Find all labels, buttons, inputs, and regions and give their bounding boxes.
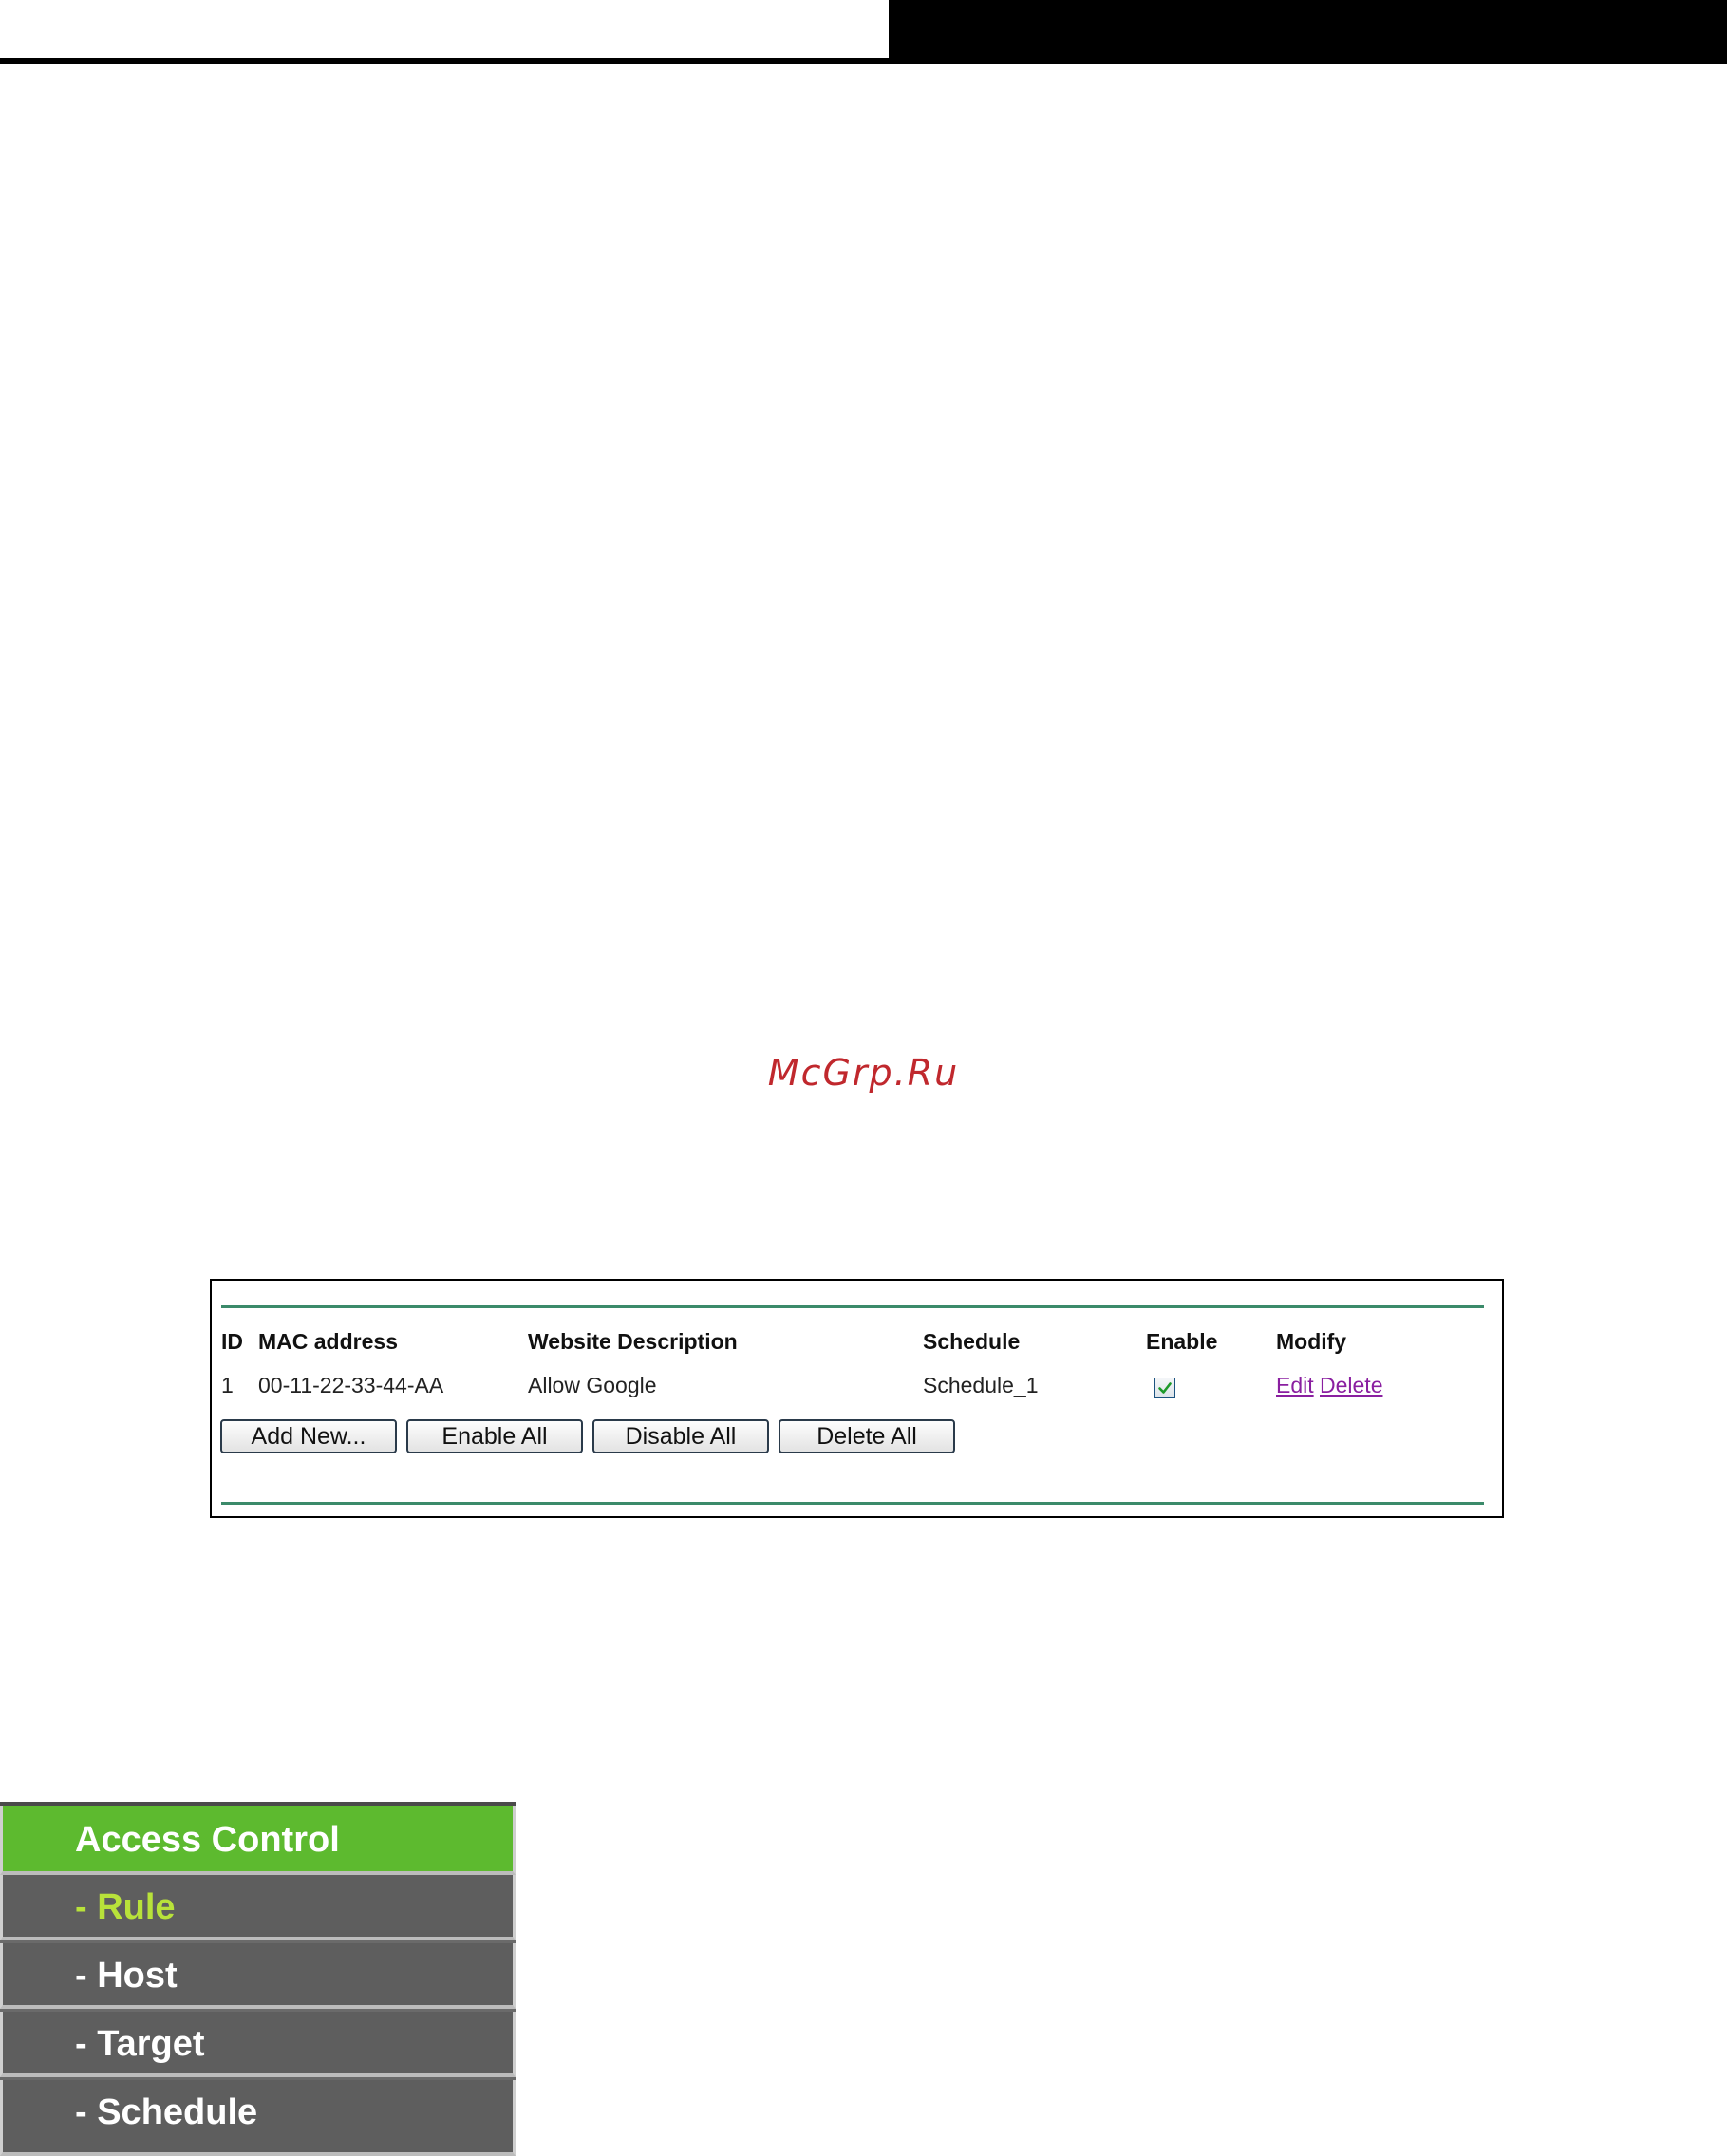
menu-header-access-control[interactable]: Access Control	[0, 1806, 516, 1875]
menu-item-target[interactable]: - Target	[0, 2012, 516, 2077]
watermark-text: McGrp.Ru	[767, 1052, 960, 1094]
cell-schedule: Schedule_1	[923, 1373, 1039, 1397]
panel-bottom-divider	[221, 1502, 1484, 1505]
column-header-schedule: Schedule	[923, 1329, 1021, 1354]
check-icon	[1158, 1382, 1172, 1394]
delete-all-button[interactable]: Delete All	[779, 1419, 955, 1453]
edit-link[interactable]: Edit	[1276, 1373, 1314, 1398]
menu-item-host[interactable]: - Host	[0, 1943, 516, 2009]
add-new-button[interactable]: Add New...	[220, 1419, 397, 1453]
cell-description: Allow Google	[528, 1373, 657, 1397]
manual-page: McGrp.Ru ID MAC address Website Descript…	[0, 0, 1727, 2156]
column-header-mac: MAC address	[258, 1329, 398, 1354]
header-bar	[889, 0, 1727, 64]
column-header-id: ID	[221, 1329, 243, 1354]
cell-id: 1	[221, 1373, 234, 1397]
access-control-rule-panel: ID MAC address Website Description Sched…	[210, 1279, 1504, 1518]
column-header-enable: Enable	[1146, 1329, 1218, 1354]
enable-checkbox[interactable]	[1154, 1378, 1175, 1398]
access-control-menu: Access Control - Rule - Host - Target - …	[0, 1802, 516, 2156]
cell-mac-address: 00-11-22-33-44-AA	[258, 1373, 444, 1397]
panel-top-divider	[221, 1305, 1484, 1308]
menu-item-rule[interactable]: - Rule	[0, 1875, 516, 1940]
column-header-description: Website Description	[528, 1329, 738, 1354]
enable-all-button[interactable]: Enable All	[406, 1419, 583, 1453]
column-header-modify: Modify	[1276, 1329, 1347, 1354]
header-rule	[0, 58, 889, 64]
delete-link[interactable]: Delete	[1320, 1373, 1382, 1398]
disable-all-button[interactable]: Disable All	[592, 1419, 769, 1453]
menu-item-schedule[interactable]: - Schedule	[0, 2080, 516, 2156]
